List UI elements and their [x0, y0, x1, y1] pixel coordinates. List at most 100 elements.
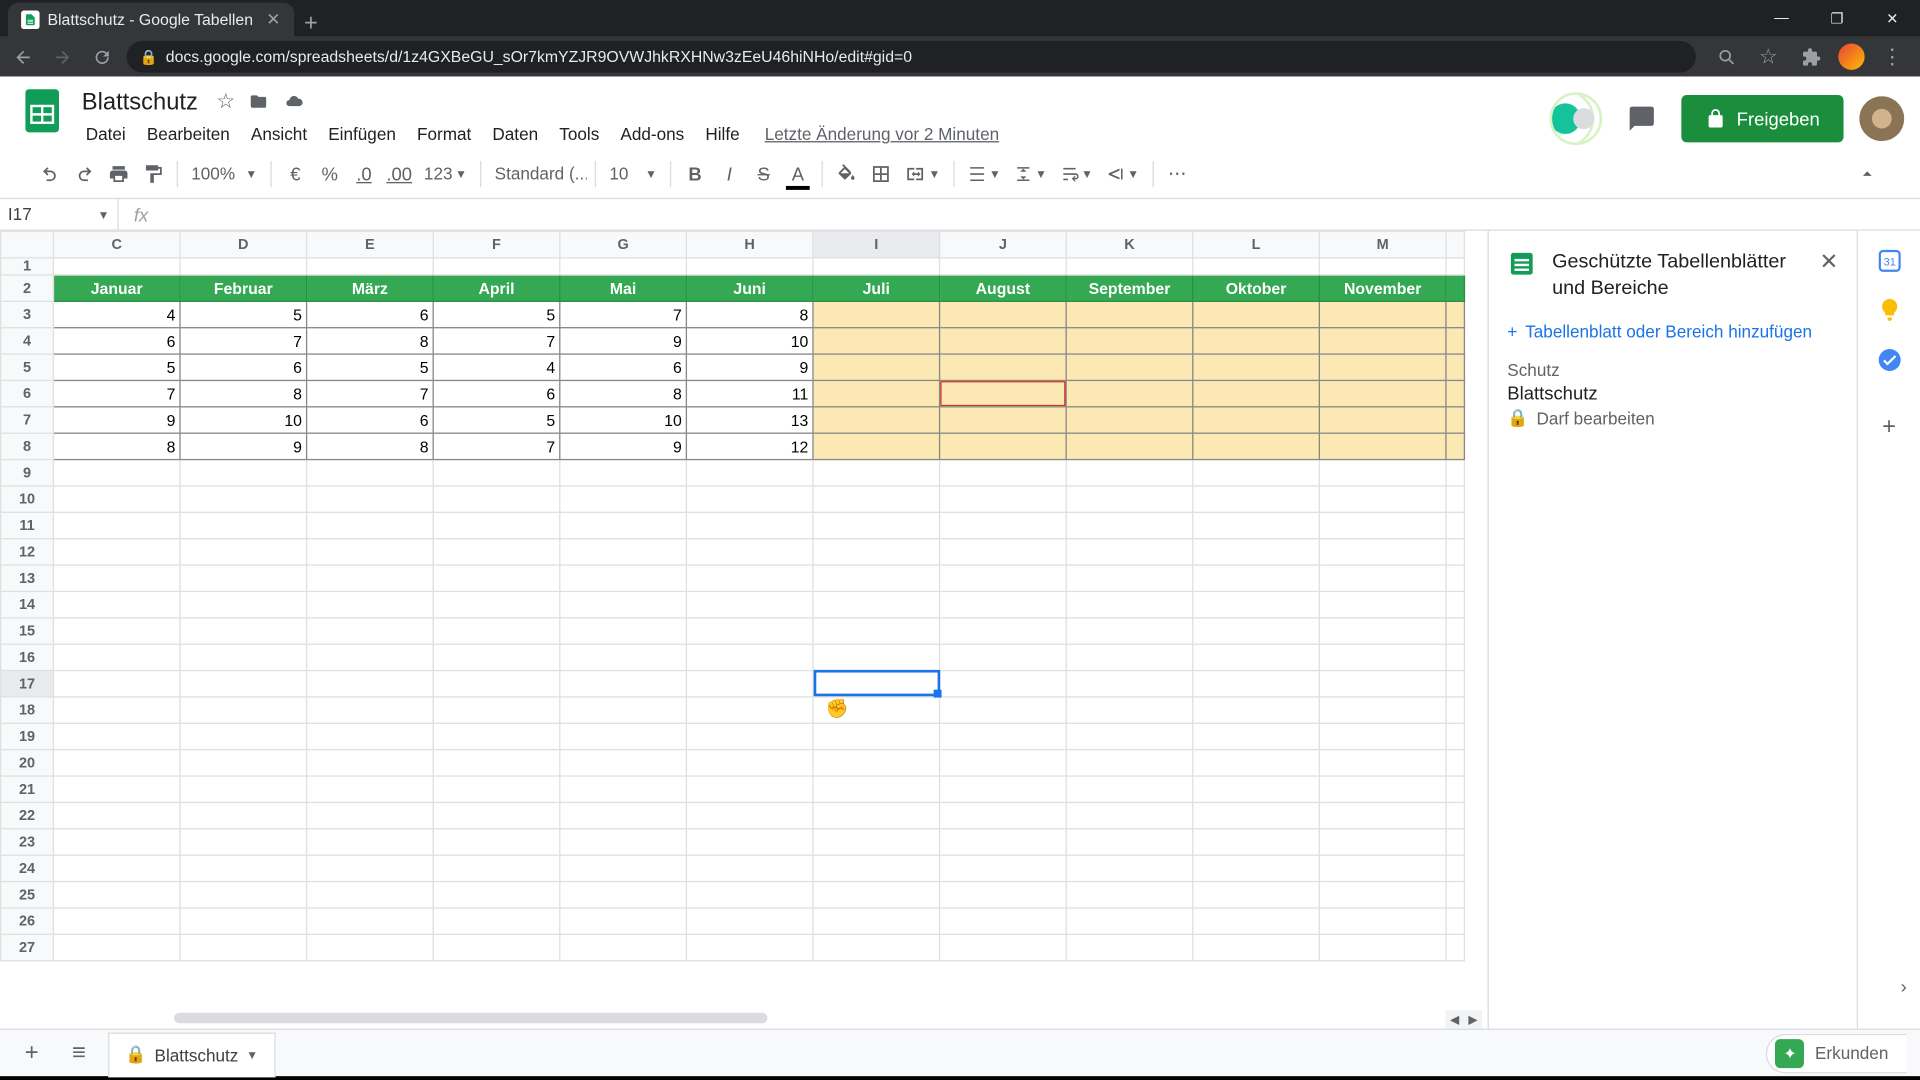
cell[interactable] [307, 512, 434, 538]
cell[interactable] [180, 591, 307, 617]
column-header[interactable]: E [307, 231, 434, 257]
cell[interactable] [560, 644, 687, 670]
font-dropdown[interactable]: Standard (...▼ [489, 156, 587, 190]
cell[interactable]: 5 [53, 354, 180, 380]
cell[interactable] [180, 908, 307, 934]
cell[interactable] [813, 671, 940, 697]
cell[interactable] [813, 723, 940, 749]
column-header[interactable]: C [53, 231, 180, 257]
cell[interactable] [53, 802, 180, 828]
cell[interactable] [307, 644, 434, 670]
cell[interactable] [1319, 565, 1446, 591]
row-header[interactable]: 12 [1, 539, 54, 565]
cell[interactable] [940, 618, 1067, 644]
row-header[interactable]: 8 [1, 433, 54, 459]
cell[interactable] [1066, 380, 1193, 406]
cell[interactable] [940, 591, 1067, 617]
cell[interactable] [433, 829, 560, 855]
cell[interactable] [686, 539, 813, 565]
reload-button[interactable] [87, 42, 116, 71]
cell[interactable] [433, 671, 560, 697]
cell[interactable] [53, 908, 180, 934]
cell[interactable] [1066, 671, 1193, 697]
row-header[interactable]: 14 [1, 591, 54, 617]
cell[interactable] [433, 802, 560, 828]
cell[interactable] [1319, 486, 1446, 512]
cell[interactable]: Juli [813, 275, 940, 301]
cell[interactable]: August [940, 275, 1067, 301]
cell[interactable] [1319, 723, 1446, 749]
cell[interactable] [1193, 354, 1320, 380]
undo-button[interactable] [34, 156, 66, 190]
cell[interactable]: 12 [686, 433, 813, 459]
cell[interactable]: 7 [560, 301, 687, 327]
cell[interactable] [1193, 776, 1320, 802]
merge-cells-button[interactable]: ▼ [899, 156, 945, 190]
cell[interactable] [560, 934, 687, 960]
menu-help[interactable]: Hilfe [696, 119, 749, 149]
bold-button[interactable]: B [679, 156, 711, 190]
all-sheets-button[interactable]: ≡ [61, 1035, 98, 1072]
cell[interactable] [1319, 934, 1446, 960]
cell[interactable] [1193, 829, 1320, 855]
row-header[interactable]: 17 [1, 671, 54, 697]
cell[interactable]: 4 [53, 301, 180, 327]
browser-profile-avatar[interactable] [1838, 44, 1864, 70]
cell[interactable]: 8 [53, 433, 180, 459]
cell[interactable] [686, 565, 813, 591]
cell[interactable]: März [307, 275, 434, 301]
text-wrap-dropdown[interactable]: ▼ [1055, 156, 1098, 190]
cell[interactable] [686, 258, 813, 275]
row-header[interactable]: 26 [1, 908, 54, 934]
cell[interactable] [180, 776, 307, 802]
cell[interactable] [180, 802, 307, 828]
cell[interactable] [813, 802, 940, 828]
cell[interactable] [813, 486, 940, 512]
cell[interactable] [1319, 618, 1446, 644]
cell[interactable] [1319, 512, 1446, 538]
row-header[interactable]: 11 [1, 512, 54, 538]
cell[interactable] [1066, 301, 1193, 327]
cell[interactable] [813, 539, 940, 565]
extensions-icon[interactable] [1796, 42, 1825, 71]
row-header[interactable]: 16 [1, 644, 54, 670]
column-header[interactable]: D [180, 231, 307, 257]
doc-title[interactable]: Blattschutz [76, 85, 203, 118]
cell[interactable] [1193, 802, 1320, 828]
cell[interactable] [1319, 750, 1446, 776]
cell[interactable]: 9 [180, 433, 307, 459]
cell[interactable] [1319, 697, 1446, 723]
column-header[interactable]: J [940, 231, 1067, 257]
cell[interactable] [433, 776, 560, 802]
cell[interactable] [1193, 565, 1320, 591]
cell[interactable]: 7 [433, 328, 560, 354]
cell[interactable] [813, 591, 940, 617]
cell[interactable] [1193, 882, 1320, 908]
cell[interactable] [180, 258, 307, 275]
cell[interactable] [180, 671, 307, 697]
font-size-dropdown[interactable]: 10▼ [604, 156, 662, 190]
cell[interactable] [1319, 301, 1446, 327]
row-header[interactable]: 10 [1, 486, 54, 512]
forward-button[interactable] [47, 42, 76, 71]
cell[interactable] [1066, 618, 1193, 644]
row-header[interactable]: 3 [1, 301, 54, 327]
cell[interactable]: Januar [53, 275, 180, 301]
menu-edit[interactable]: Bearbeiten [138, 119, 239, 149]
cell[interactable]: 6 [180, 354, 307, 380]
cell[interactable] [433, 882, 560, 908]
cell[interactable] [813, 882, 940, 908]
cell[interactable] [686, 934, 813, 960]
last-edit-link[interactable]: Letzte Änderung vor 2 Minuten [765, 124, 999, 144]
cell[interactable] [433, 512, 560, 538]
cell[interactable] [940, 908, 1067, 934]
cell[interactable] [1193, 512, 1320, 538]
cell[interactable] [560, 486, 687, 512]
cell[interactable] [686, 671, 813, 697]
row-header[interactable]: 5 [1, 354, 54, 380]
cell[interactable] [53, 829, 180, 855]
cell[interactable] [433, 539, 560, 565]
cell[interactable] [813, 618, 940, 644]
h-align-dropdown[interactable]: ▼ [963, 156, 1006, 190]
cell[interactable] [1066, 723, 1193, 749]
